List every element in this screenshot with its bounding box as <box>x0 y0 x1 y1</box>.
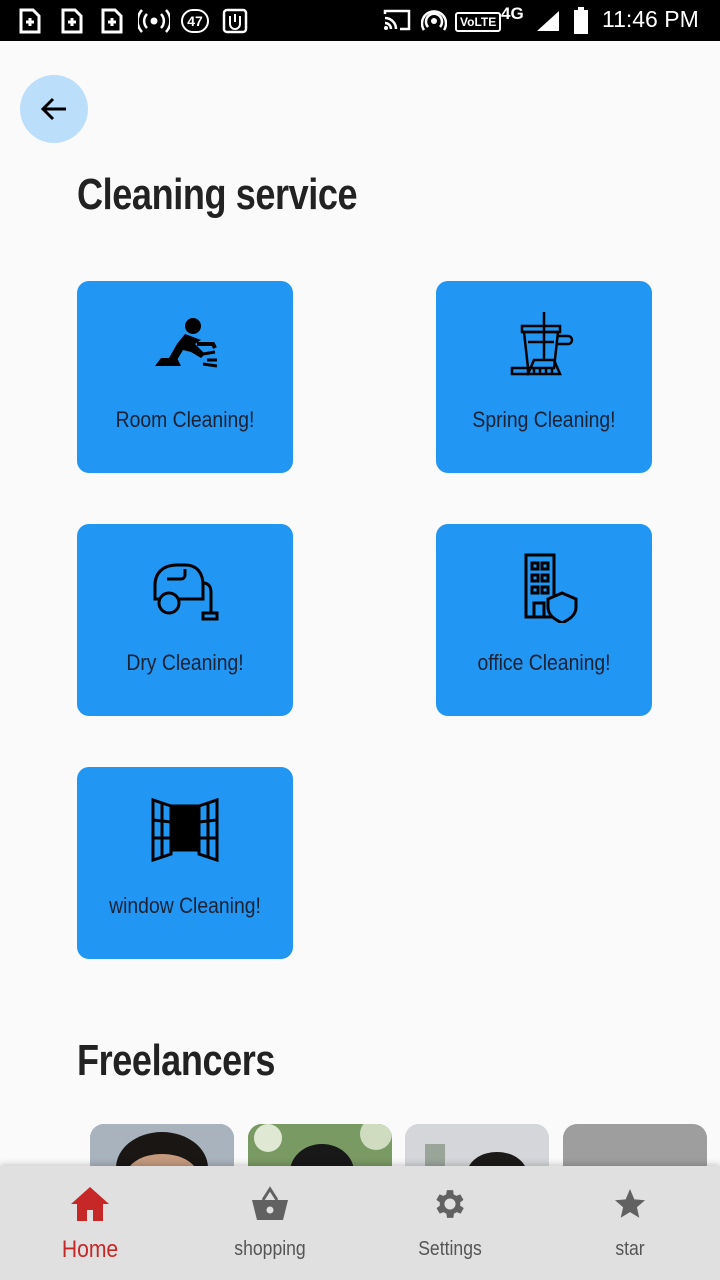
star-icon <box>540 1184 720 1224</box>
bottom-navigation: Home shopping Settings star <box>0 1166 720 1280</box>
open-window-icon <box>77 795 293 865</box>
battery-icon <box>573 7 589 35</box>
signal-icon <box>535 9 561 33</box>
service-card-office-cleaning[interactable]: office Cleaning! <box>436 524 652 716</box>
status-bar: 47 VoLTE 4G 11:46 PM <box>0 0 720 41</box>
vacuum-cleaner-icon <box>77 552 293 622</box>
section-title-freelancers: Freelancers <box>77 1036 276 1085</box>
home-icon <box>0 1184 180 1224</box>
nav-item-home[interactable]: Home <box>0 1166 180 1280</box>
nav-label: star <box>615 1238 645 1260</box>
nav-label: shopping <box>234 1238 306 1260</box>
nav-label: Home <box>61 1236 119 1263</box>
service-label: Dry Cleaning! <box>126 650 244 675</box>
service-label: office Cleaning! <box>477 650 611 675</box>
volte-label: VoLTE <box>455 12 502 32</box>
service-label: window Cleaning! <box>109 893 261 918</box>
nav-item-star[interactable]: star <box>540 1166 720 1280</box>
page-title: Cleaning service <box>77 170 358 219</box>
hotspot-icon <box>138 8 170 34</box>
notification-count-badge: 47 <box>181 9 209 33</box>
basket-icon <box>180 1184 360 1224</box>
nav-label: Settings <box>418 1238 482 1260</box>
back-button[interactable] <box>20 75 88 143</box>
cast-icon <box>383 8 411 32</box>
nav-item-shopping[interactable]: shopping <box>180 1166 360 1280</box>
app-notification-icon <box>222 8 248 34</box>
bucket-mop-icon <box>436 309 652 379</box>
notification-add-icon <box>100 8 124 34</box>
status-time: 11:46 PM <box>602 6 699 32</box>
office-building-shield-icon <box>436 552 652 623</box>
service-card-dry-cleaning[interactable]: Dry Cleaning! <box>77 524 293 716</box>
arrow-left-icon <box>40 97 66 121</box>
service-label: Spring Cleaning! <box>472 407 616 432</box>
service-card-window-cleaning[interactable]: window Cleaning! <box>77 767 293 959</box>
service-label: Room Cleaning! <box>115 407 255 432</box>
person-cleaning-floor-icon <box>77 309 293 379</box>
gear-icon <box>360 1184 540 1224</box>
notification-add-icon <box>18 8 42 34</box>
notification-add-icon <box>60 8 84 34</box>
nav-item-settings[interactable]: Settings <box>360 1166 540 1280</box>
network-type-label: 4G <box>501 4 524 23</box>
service-card-room-cleaning[interactable]: Room Cleaning! <box>77 281 293 473</box>
wifi-calling-icon <box>421 8 447 34</box>
service-card-spring-cleaning[interactable]: Spring Cleaning! <box>436 281 652 473</box>
